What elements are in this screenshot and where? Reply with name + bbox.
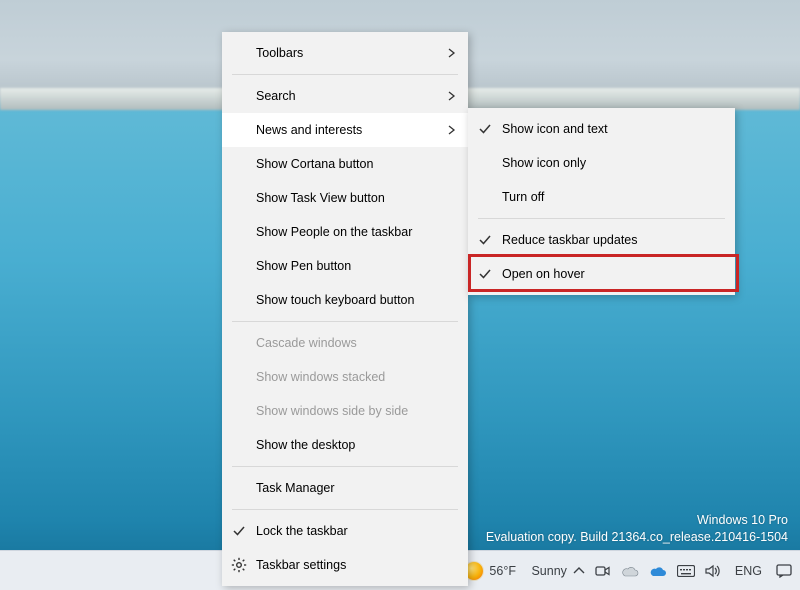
menu-item-settings[interactable]: Taskbar settings	[222, 548, 468, 582]
watermark-line-1: Windows 10 Pro	[486, 512, 788, 529]
menu-item-openhover[interactable]: Open on hover	[468, 257, 735, 291]
menu-separator	[232, 74, 458, 75]
system-tray: ENG	[573, 563, 792, 579]
menu-item-label: Reduce taskbar updates	[502, 233, 638, 247]
weather-cond: Sunny	[531, 564, 566, 578]
evaluation-watermark: Windows 10 Pro Evaluation copy. Build 21…	[486, 512, 788, 546]
menu-item-icontext[interactable]: Show icon and text	[468, 112, 735, 146]
menu-item-touchkb[interactable]: Show touch keyboard button	[222, 283, 468, 317]
menu-item-taskmgr[interactable]: Task Manager	[222, 471, 468, 505]
menu-item-label: Lock the taskbar	[256, 524, 348, 538]
menu-item-label: Task Manager	[256, 481, 335, 495]
weather-temp: 56°F	[489, 564, 516, 578]
check-icon	[476, 265, 494, 283]
chevron-right-icon	[448, 48, 456, 58]
menu-item-label: Show People on the taskbar	[256, 225, 412, 239]
language-indicator[interactable]: ENG	[731, 564, 766, 578]
check-icon	[476, 120, 494, 138]
news-interests-submenu: Show icon and text Show icon only Turn off…	[468, 108, 735, 295]
menu-item-people[interactable]: Show People on the taskbar	[222, 215, 468, 249]
menu-item-pen[interactable]: Show Pen button	[222, 249, 468, 283]
menu-item-label: Show Cortana button	[256, 157, 373, 171]
keyboard-icon[interactable]	[677, 565, 695, 577]
menu-separator	[232, 466, 458, 467]
menu-item-label: Turn off	[502, 190, 544, 204]
onedrive-cloud-icon[interactable]	[649, 565, 667, 577]
menu-item-toolbars[interactable]: Toolbars	[222, 36, 468, 70]
taskbar-context-menu: Toolbars Search News and interests Show Cor…	[222, 32, 468, 586]
menu-item-label: Toolbars	[256, 46, 303, 60]
menu-item-label: Taskbar settings	[256, 558, 346, 572]
menu-item-label: Open on hover	[502, 267, 585, 281]
menu-item-showdesktop[interactable]: Show the desktop	[222, 428, 468, 462]
menu-item-stacked: Show windows stacked	[222, 360, 468, 394]
menu-item-label: Show Task View button	[256, 191, 385, 205]
menu-item-label: Show windows stacked	[256, 370, 385, 384]
menu-item-news[interactable]: News and interests	[222, 113, 468, 147]
watermark-line-2: Evaluation copy. Build 21364.co_release.…	[486, 529, 788, 546]
tray-chevron-up-icon[interactable]	[573, 565, 585, 577]
menu-item-cascade: Cascade windows	[222, 326, 468, 360]
menu-item-taskview[interactable]: Show Task View button	[222, 181, 468, 215]
menu-separator	[478, 218, 725, 219]
meet-now-icon[interactable]	[595, 563, 611, 579]
menu-item-icononly[interactable]: Show icon only	[468, 146, 735, 180]
menu-item-label: Show Pen button	[256, 259, 351, 273]
menu-item-turnoff[interactable]: Turn off	[468, 180, 735, 214]
check-icon	[476, 231, 494, 249]
menu-item-sidebyside: Show windows side by side	[222, 394, 468, 428]
volume-icon[interactable]	[705, 564, 721, 578]
menu-item-reduceupd[interactable]: Reduce taskbar updates	[468, 223, 735, 257]
weather-sunny-icon	[465, 562, 483, 580]
action-center-icon[interactable]	[776, 564, 792, 578]
menu-separator	[232, 509, 458, 510]
gear-icon	[230, 556, 248, 574]
menu-item-label: Show icon and text	[502, 122, 608, 136]
menu-item-label: Show touch keyboard button	[256, 293, 414, 307]
menu-item-label: News and interests	[256, 123, 362, 137]
onedrive-icon[interactable]	[621, 565, 639, 577]
menu-separator	[232, 321, 458, 322]
weather-widget[interactable]: 56°F Sunny	[465, 562, 566, 580]
check-icon	[230, 522, 248, 540]
chevron-right-icon	[448, 91, 456, 101]
menu-item-cortana[interactable]: Show Cortana button	[222, 147, 468, 181]
chevron-right-icon	[448, 125, 456, 135]
menu-item-lock[interactable]: Lock the taskbar	[222, 514, 468, 548]
menu-item-label: Cascade windows	[256, 336, 357, 350]
menu-item-search[interactable]: Search	[222, 79, 468, 113]
menu-item-label: Search	[256, 89, 296, 103]
menu-item-label: Show windows side by side	[256, 404, 408, 418]
menu-item-label: Show the desktop	[256, 438, 355, 452]
menu-item-label: Show icon only	[502, 156, 586, 170]
